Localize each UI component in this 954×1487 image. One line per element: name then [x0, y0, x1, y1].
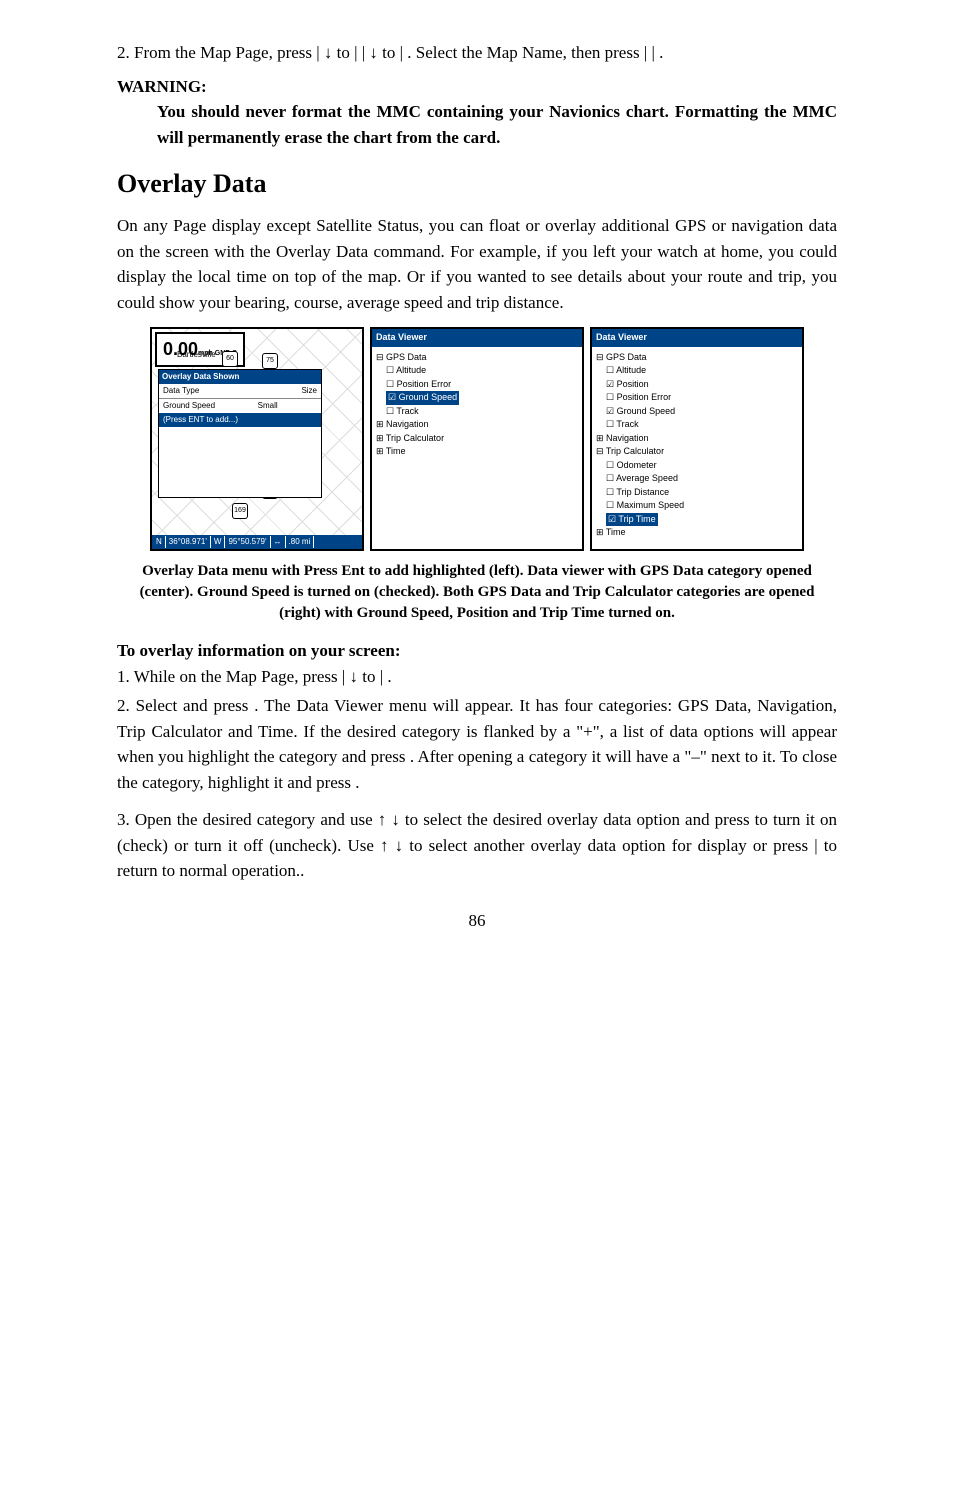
dv-title: Data Viewer [372, 329, 582, 347]
tree-node: ⊟ Trip Calculator [596, 445, 798, 459]
intro-paragraph: On any Page display except Satellite Sta… [117, 213, 837, 315]
screenshot-data-viewer-1: Data Viewer ⊟ GPS Data ☐ Altitude ☐ Posi… [370, 327, 584, 551]
tree-node: ⊟ GPS Data [596, 351, 798, 365]
tree-node: ☐ Trip Distance [596, 486, 798, 500]
figure-caption: Overlay Data menu with Press Ent to add … [137, 561, 817, 624]
tree-node: ⊞ Time [376, 445, 578, 459]
status-dist: .80 mi [286, 536, 315, 548]
road-sign-icon: 60 [222, 351, 238, 367]
status-lat: 36°08.971' [166, 536, 211, 548]
step-2-text: 2. From the Map Page, press | ↓ to | | ↓… [117, 40, 837, 66]
page-number: 86 [117, 908, 837, 934]
screenshot-data-viewer-2: Data Viewer ⊟ GPS Data ☐ Altitude ☑ Posi… [590, 327, 804, 551]
row-type: Ground Speed [163, 400, 255, 412]
screenshot-map-overlay: 0.00mph GND.S 60 75 169 60 Bartlesville … [150, 327, 364, 551]
col-data-type: Data Type [159, 384, 297, 398]
status-lon: 95°50.579' [225, 536, 270, 548]
tree-node: ☐ Altitude [596, 364, 798, 378]
status-n: N [153, 536, 166, 548]
section-heading: Overlay Data [117, 164, 837, 203]
overlay-row: Ground Speed Small [159, 399, 321, 413]
tree-node: ☑ Trip Time [596, 513, 798, 527]
tree-node: ☐ Average Speed [596, 472, 798, 486]
status-w: W [211, 536, 226, 548]
col-size: Size [297, 384, 321, 398]
press-ent-add: (Press ENT to add...) [159, 413, 321, 427]
tree-node: ⊟ GPS Data [376, 351, 578, 365]
town-label: Bartlesville [177, 349, 216, 361]
status-bar: N 36°08.971' W 95°50.579' ↔ .80 mi [152, 535, 362, 549]
overlay-data-box: Overlay Data Shown Data Type Size Ground… [158, 369, 322, 498]
tree-node: ☑ Ground Speed [376, 391, 578, 405]
procedure-step-3: 3. Open the desired category and use ↑ ↓… [117, 807, 837, 884]
tree-node: ☐ Maximum Speed [596, 499, 798, 513]
road-sign-icon: 169 [232, 503, 248, 519]
tree-node: ⊞ Time [596, 526, 798, 540]
dv-title: Data Viewer [592, 329, 802, 347]
warning-text: You should never format the MMC containi… [157, 99, 837, 150]
tree-node: ☐ Position Error [596, 391, 798, 405]
status-arrows-icon: ↔ [271, 536, 286, 548]
tree-node: ☐ Track [376, 405, 578, 419]
tree-node: ⊞ Navigation [596, 432, 798, 446]
road-sign-icon: 75 [262, 353, 278, 369]
figure-row: 0.00mph GND.S 60 75 169 60 Bartlesville … [117, 327, 837, 551]
tree-node: ☑ Ground Speed [596, 405, 798, 419]
tree-node: ☐ Position Error [376, 378, 578, 392]
tree-node: ☑ Position [596, 378, 798, 392]
row-size: Small [258, 401, 278, 410]
procedure-step-2: 2. Select and press . The Data Viewer me… [117, 693, 837, 795]
procedure-heading: To overlay information on your screen: [117, 638, 837, 664]
tree-node: ☐ Odometer [596, 459, 798, 473]
procedure-step-1: 1. While on the Map Page, press | ↓ to |… [117, 664, 837, 690]
tree-node: ☐ Altitude [376, 364, 578, 378]
tree-view: ⊟ GPS Data ☐ Altitude ☑ Position ☐ Posit… [592, 347, 802, 544]
tree-node: ⊞ Navigation [376, 418, 578, 432]
tree-view: ⊟ GPS Data ☐ Altitude ☐ Position Error ☑… [372, 347, 582, 463]
tree-node: ⊞ Trip Calculator [376, 432, 578, 446]
warning-label: WARNING: [117, 74, 837, 100]
overlay-title: Overlay Data Shown [159, 370, 321, 384]
overlay-header: Data Type Size [159, 384, 321, 399]
tree-node: ☐ Track [596, 418, 798, 432]
